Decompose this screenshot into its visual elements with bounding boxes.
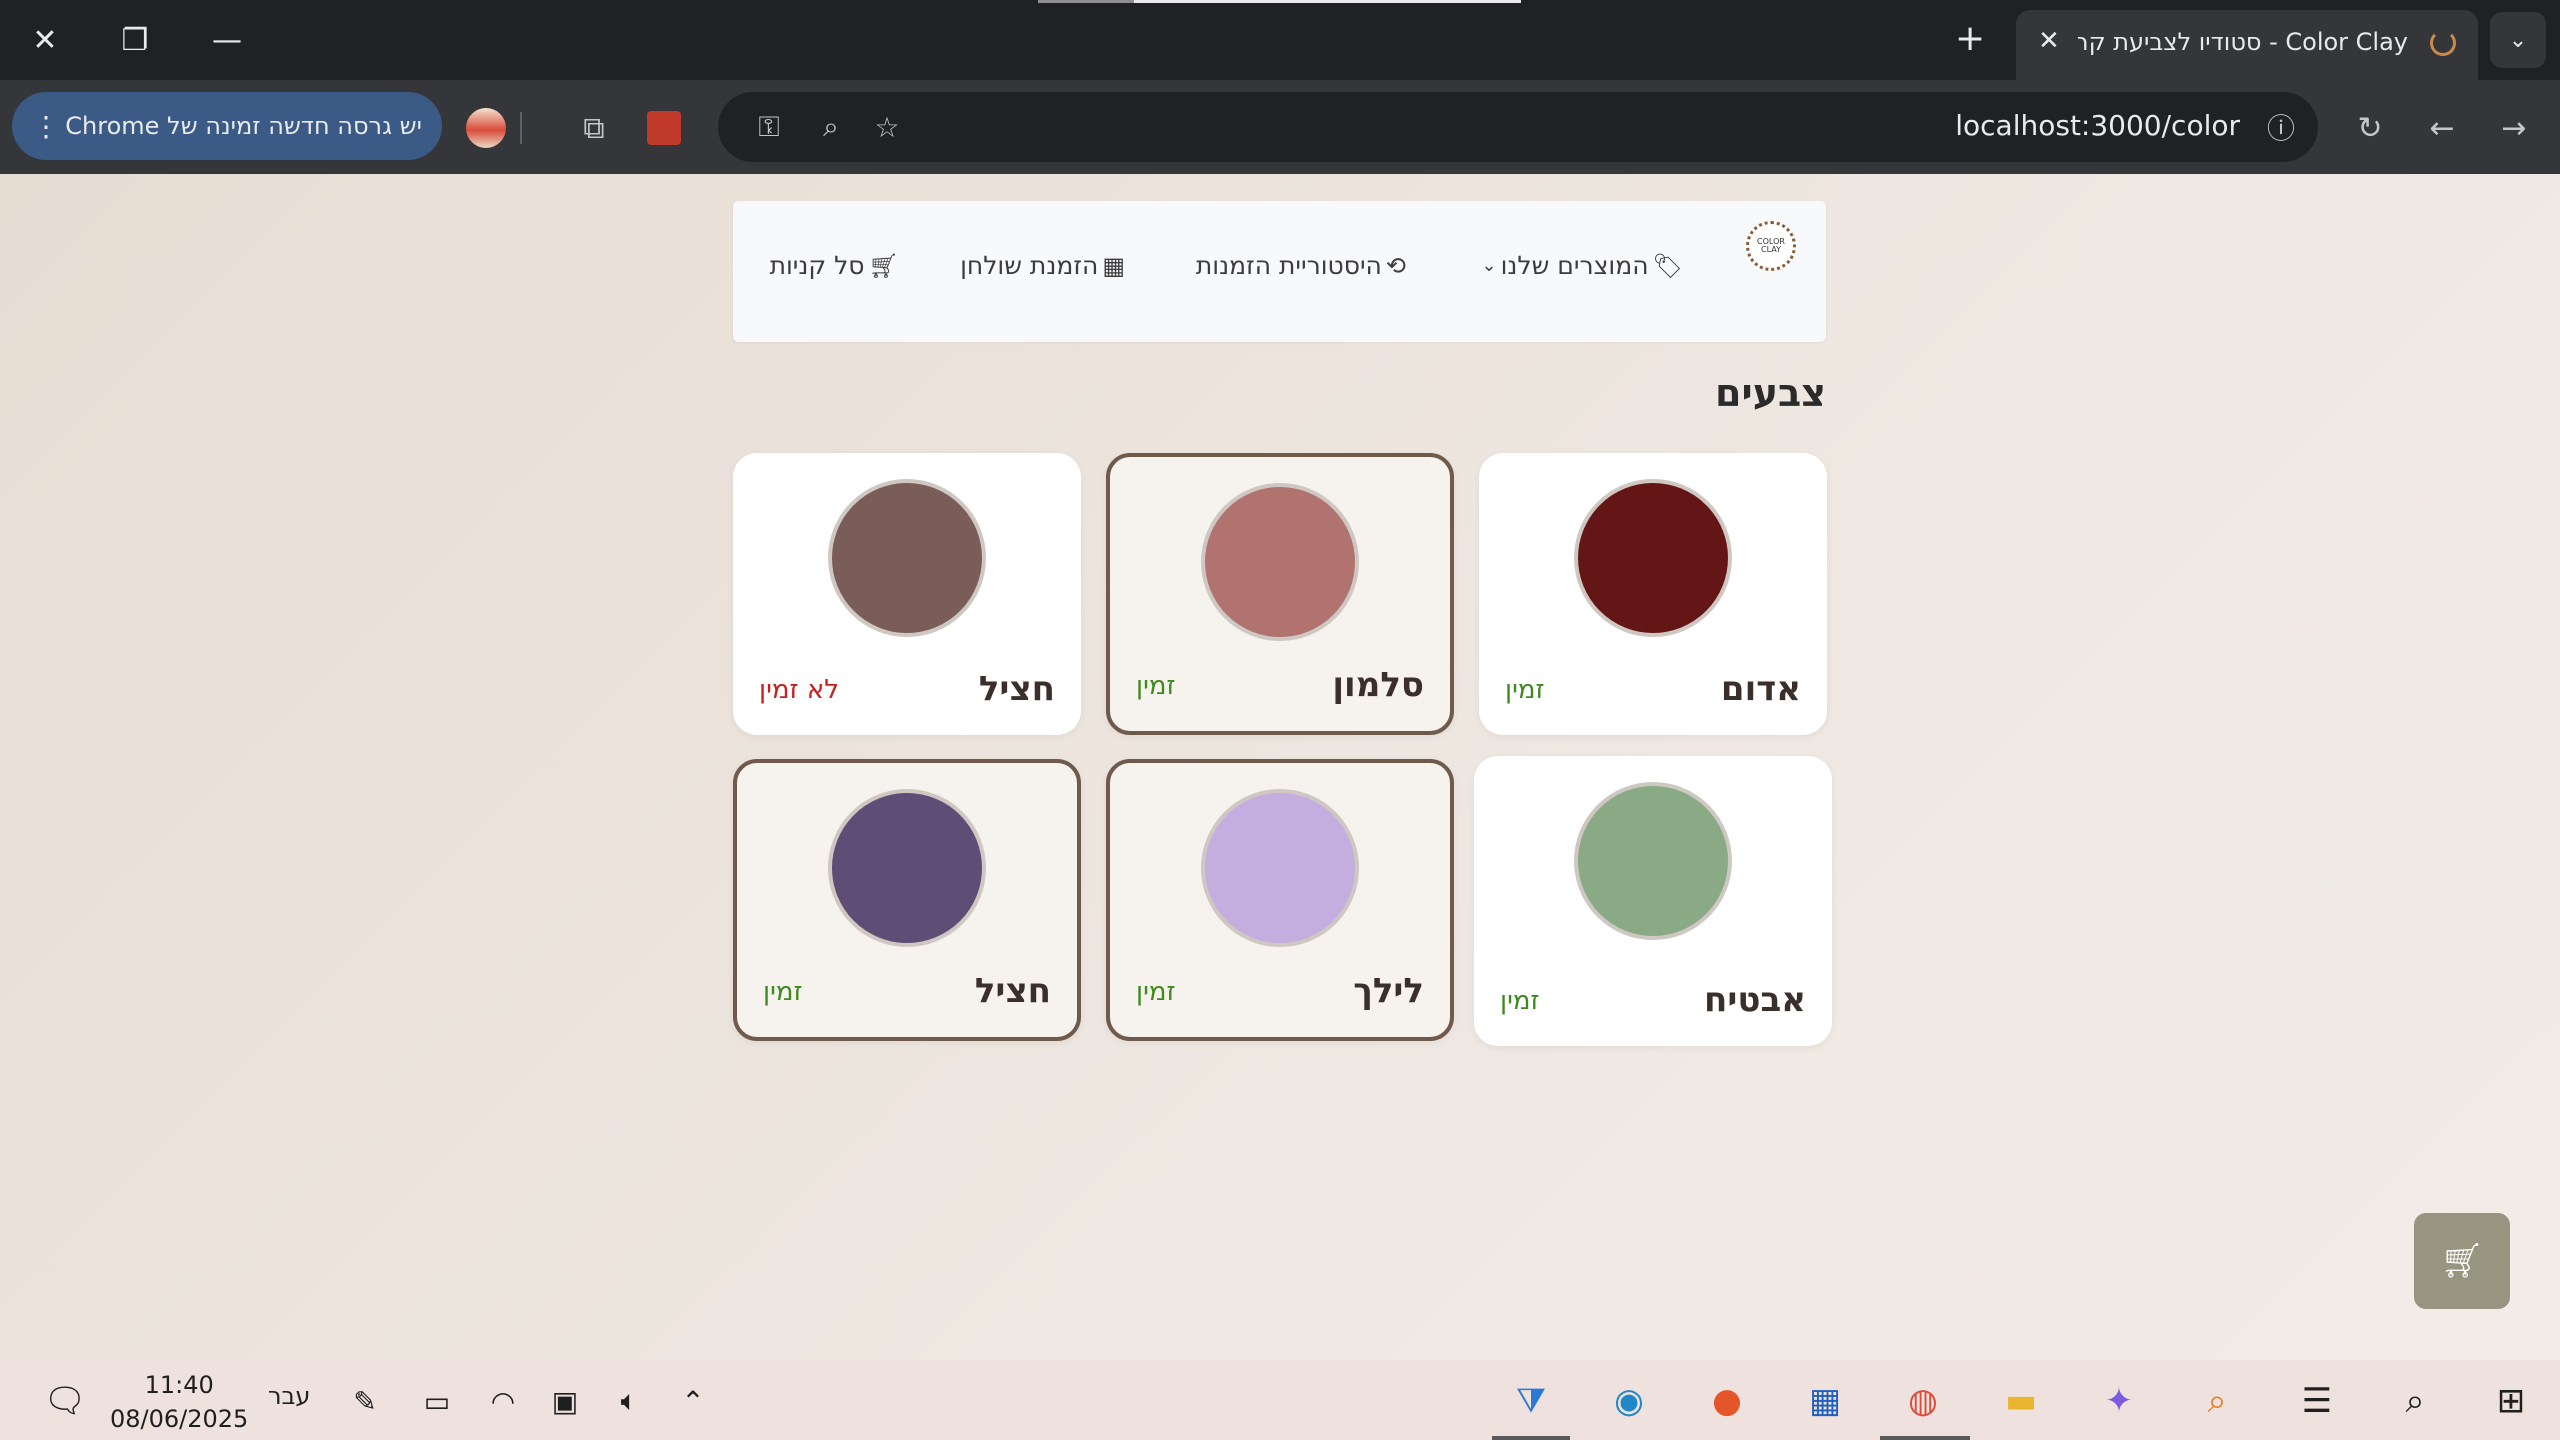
color-card[interactable]: סלמון זמין	[1106, 453, 1454, 735]
restore-window-button[interactable]: ❐	[100, 10, 170, 70]
volume-icon[interactable]: 🔈︎	[602, 1374, 656, 1428]
color-swatch	[1201, 483, 1359, 641]
color-card[interactable]: לילך זמין	[1106, 759, 1454, 1041]
color-name: חציל	[974, 971, 1051, 1011]
bookmark-star-icon[interactable]: ☆	[864, 104, 910, 150]
active-tab[interactable]: ✕ Color Clay - סטודיו לצביעת קרמיקה	[2016, 10, 2478, 80]
nav-products[interactable]: 🏷︎ המוצרים שלנו ⌄	[1482, 251, 1684, 280]
edge-icon[interactable]: ◉	[1602, 1374, 1656, 1428]
active-app-indicator	[1880, 1436, 1970, 1440]
color-card[interactable]: אדום זמין	[1479, 453, 1827, 735]
task-view-icon[interactable]: ☰	[2290, 1374, 2344, 1428]
color-status: זמין	[1505, 675, 1545, 705]
password-key-icon[interactable]: ⚿	[746, 104, 792, 150]
extension-app-icon[interactable]	[640, 104, 688, 152]
minimize-window-button[interactable]: —	[192, 10, 262, 70]
clock-date: 08/06/2025	[110, 1405, 249, 1433]
color-status: לא זמין	[759, 675, 839, 705]
cart-icon: 🛒︎	[868, 251, 899, 280]
file-explorer-icon[interactable]: ▬	[1994, 1374, 2048, 1428]
color-swatch	[828, 479, 986, 637]
windows-start-icon[interactable]: ⊞	[2484, 1374, 2538, 1428]
chrome-icon[interactable]: ◍	[1896, 1374, 1950, 1428]
wifi-icon[interactable]: ◠	[476, 1374, 530, 1428]
input-language[interactable]: עבר	[268, 1382, 310, 1410]
forward-icon[interactable]: →	[2490, 104, 2538, 152]
store-icon[interactable]: ▦	[1798, 1374, 1852, 1428]
color-swatch	[828, 789, 986, 947]
color-card[interactable]: חציל לא זמין	[733, 453, 1081, 735]
site-info-icon[interactable]: ⓘ	[2258, 104, 2304, 150]
firefox-icon[interactable]: ●	[1700, 1374, 1754, 1428]
chevron-up-icon[interactable]: ⌃	[666, 1374, 720, 1428]
color-name: אדום	[1720, 669, 1801, 709]
loading-indicator-segment	[1038, 0, 1134, 3]
vscode-icon[interactable]: ⧩	[1504, 1374, 1558, 1428]
search-app-icon[interactable]: ⌕	[2190, 1374, 2244, 1428]
cart-icon: 🛒︎	[2440, 1241, 2484, 1281]
profile-avatar[interactable]	[462, 104, 510, 152]
page-content: COLOR CLAY 🏷︎ המוצרים שלנו ⌄ ⟲ היסטוריית…	[0, 174, 2560, 1360]
color-status: זמין	[1136, 977, 1176, 1007]
logo-text: COLOR CLAY	[1757, 237, 1785, 254]
color-name: חציל	[978, 669, 1055, 709]
tab-close-button[interactable]: ✕	[2038, 26, 2060, 56]
chrome-update-button[interactable]: יש גרסה חדשה זמינה של Chrome ⋮	[12, 92, 442, 160]
color-status: זמין	[1136, 671, 1176, 701]
color-card[interactable]: אבטיח זמין	[1474, 756, 1832, 1046]
search-icon[interactable]: ⌕	[2388, 1374, 2442, 1428]
history-icon: ⟲	[1385, 251, 1406, 280]
active-app-indicator	[1492, 1436, 1570, 1440]
meet-now-icon[interactable]: ▣	[538, 1374, 592, 1428]
color-name: לילך	[1353, 971, 1424, 1011]
reload-icon[interactable]: ↻	[2346, 104, 2394, 152]
copilot-icon[interactable]: ✦	[2092, 1374, 2146, 1428]
extensions-icon[interactable]: ⧉	[570, 104, 618, 152]
toolbar-divider	[516, 104, 526, 152]
pen-icon[interactable]: ✎	[338, 1374, 392, 1428]
nav-products-label: המוצרים שלנו	[1500, 251, 1649, 280]
nav-table-booking[interactable]: ▦ הזמנת שולחן	[960, 251, 1125, 280]
page-title: צבעים	[1715, 371, 1826, 415]
system-clock[interactable]: 11:40 08/06/2025	[110, 1368, 248, 1436]
tag-icon: 🏷︎	[1652, 251, 1683, 280]
floating-cart-button[interactable]: 🛒︎	[2414, 1213, 2510, 1309]
update-label: יש גרסה חדשה זמינה של Chrome	[65, 112, 422, 140]
clock-time: 11:40	[144, 1371, 214, 1399]
color-name: אבטיח	[1704, 980, 1806, 1020]
new-tab-button[interactable]: +	[1955, 18, 1985, 59]
site-logo[interactable]: COLOR CLAY	[1746, 221, 1796, 271]
color-swatch	[1574, 782, 1732, 940]
nav-cart-label: סל קניות	[769, 251, 865, 280]
browser-tab-bar: ✕ ❐ — + ✕ Color Clay - סטודיו לצביעת קרמ…	[0, 0, 2560, 80]
color-status: זמין	[1500, 986, 1540, 1016]
tab-title: Color Clay - סטודיו לצביעת קרמיקה	[2078, 28, 2408, 56]
url-text[interactable]: localhost:3000/color	[1955, 109, 2240, 142]
color-name: סלמון	[1332, 665, 1424, 705]
browser-toolbar: יש גרסה חדשה זמינה של Chrome ⋮ ⧉ ⚿ ⌕ ☆ l…	[0, 80, 2560, 174]
tab-search-button[interactable]: ⌄	[2490, 12, 2546, 68]
nav-history[interactable]: ⟲ היסטוריית הזמנות	[1196, 251, 1406, 280]
address-bar[interactable]: ⚿ ⌕ ☆ localhost:3000/color ⓘ	[718, 92, 2318, 162]
color-status: זמין	[763, 977, 803, 1007]
back-icon[interactable]: ←	[2418, 104, 2466, 152]
battery-icon[interactable]: ▭	[410, 1374, 464, 1428]
zoom-icon[interactable]: ⌕	[808, 104, 854, 150]
nav-table-booking-label: הזמנת שולחן	[960, 251, 1099, 280]
color-swatch	[1201, 789, 1359, 947]
loading-spinner-icon	[2430, 30, 2456, 56]
more-menu-icon: ⋮	[32, 109, 60, 143]
close-window-button[interactable]: ✕	[10, 10, 80, 70]
chevron-down-icon: ⌄	[1481, 255, 1497, 276]
nav-cart[interactable]: 🛒︎ סל קניות	[770, 251, 899, 280]
color-card[interactable]: חציל זמין	[733, 759, 1081, 1041]
os-taskbar: 🗨︎ 11:40 08/06/2025 עבר ✎ ▭ ◠ ▣ 🔈︎ ⌃ ⧩ ◉…	[0, 1360, 2560, 1440]
notifications-icon[interactable]: 🗨︎	[38, 1374, 92, 1428]
calendar-icon: ▦	[1102, 251, 1125, 280]
site-navbar: COLOR CLAY 🏷︎ המוצרים שלנו ⌄ ⟲ היסטוריית…	[733, 201, 1826, 342]
nav-history-label: היסטוריית הזמנות	[1195, 251, 1382, 280]
color-swatch	[1574, 479, 1732, 637]
